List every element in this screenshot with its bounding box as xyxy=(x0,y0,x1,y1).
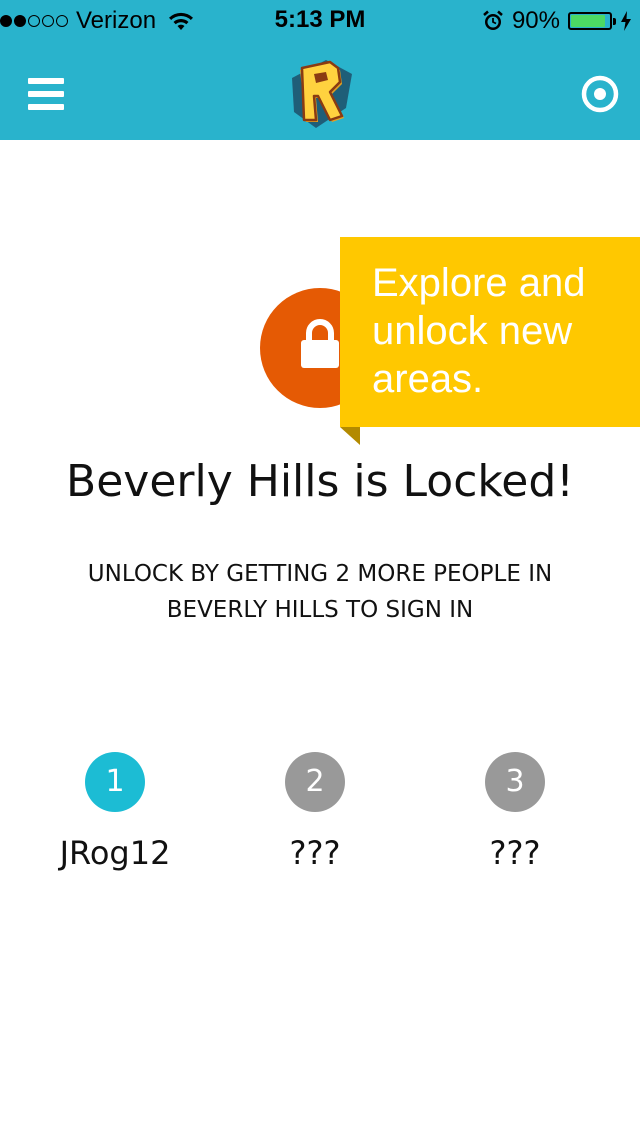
slot-2: 2 ??? xyxy=(235,752,395,872)
tooltip-text: Explore and unlock new areas. xyxy=(372,261,586,401)
status-bar: Verizon 5:13 PM 90% xyxy=(0,0,640,40)
menu-bar-line xyxy=(28,104,64,110)
slot-username: JRog12 xyxy=(59,834,171,872)
slot-number-badge: 3 xyxy=(485,752,545,812)
app-screen: Verizon 5:13 PM 90% R Explore and unlock… xyxy=(0,0,640,1136)
battery-fill xyxy=(571,15,606,27)
slot-1: 1 JRog12 xyxy=(35,752,195,872)
nav-bar: R xyxy=(0,40,640,140)
slot-username: ??? xyxy=(289,834,341,872)
slot-number-badge: 2 xyxy=(285,752,345,812)
battery-icon xyxy=(568,12,616,30)
padlock-icon xyxy=(301,319,339,368)
hamburger-menu-icon[interactable] xyxy=(24,74,70,114)
menu-bar-line xyxy=(28,91,64,97)
status-right: 90% xyxy=(482,6,632,36)
tooltip-tail xyxy=(340,427,360,445)
charging-bolt-icon xyxy=(621,11,631,31)
page-title: Beverly Hills is Locked! xyxy=(66,456,574,507)
menu-bar-line xyxy=(28,78,64,84)
unlock-instructions: UNLOCK BY GETTING 2 MORE PEOPLE IN BEVER… xyxy=(87,561,553,623)
slot-3: 3 ??? xyxy=(435,752,595,872)
app-logo-icon: R xyxy=(286,56,352,128)
logo-letter: R xyxy=(286,56,287,57)
battery-percent: 90% xyxy=(511,7,560,34)
onboarding-tooltip[interactable]: Explore and unlock new areas. xyxy=(340,237,640,427)
header: Verizon 5:13 PM 90% R xyxy=(0,0,640,140)
battery-cap xyxy=(613,18,616,25)
alarm-icon xyxy=(483,10,503,30)
slot-number-badge: 1 xyxy=(85,752,145,812)
target-icon[interactable] xyxy=(580,74,620,114)
slot-username: ??? xyxy=(489,834,541,872)
